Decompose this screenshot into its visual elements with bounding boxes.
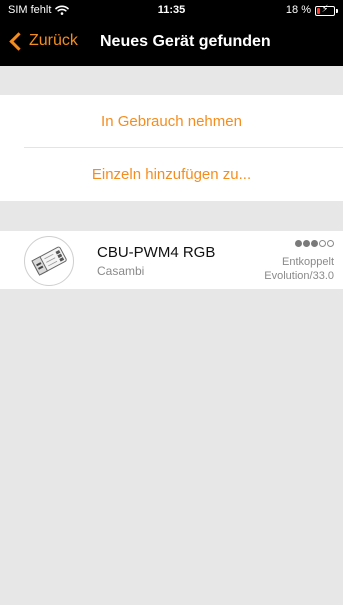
device-status: Entkoppelt: [282, 256, 334, 268]
add-individually-label: Einzeln hinzufügen zu...: [91, 166, 252, 183]
battery-icon: ⚡: [315, 3, 338, 16]
device-name: CBU-PWM4 RGB: [97, 244, 216, 261]
device-firmware: Evolution/33.0: [264, 270, 334, 282]
device-vendor: Casambi: [97, 264, 145, 278]
add-individually-button[interactable]: Einzeln hinzufügen zu...: [0, 148, 343, 201]
signal-dot-filled: [295, 240, 302, 247]
device-thumbnail: [24, 236, 74, 286]
status-bar: SIM fehlt 11:35 18 % ⚡: [0, 0, 343, 20]
charging-bolt-icon: ⚡: [321, 3, 329, 15]
signal-dot-filled: [311, 240, 318, 247]
battery-cap: [336, 8, 338, 13]
battery-percent: 18 %: [285, 4, 311, 16]
put-into-use-button[interactable]: In Gebrauch nehmen: [0, 95, 343, 148]
navigation-bar: Zurück Neues Gerät gefunden: [0, 20, 343, 66]
status-right: 18 % ⚡: [285, 3, 338, 16]
signal-dot-filled: [303, 240, 310, 247]
device-list-item[interactable]: CBU-PWM4 RGB Casambi Entkoppelt Evolutio…: [0, 231, 343, 289]
signal-strength-indicator: [295, 240, 334, 247]
signal-dot-empty: [327, 240, 334, 247]
page-title: Neues Gerät gefunden: [100, 33, 271, 50]
signal-dot-empty: [319, 240, 326, 247]
led-controller-icon: [31, 246, 67, 276]
back-button-label: Zurück: [29, 32, 78, 49]
chevron-left-icon: [9, 31, 28, 51]
back-button[interactable]: Zurück: [6, 31, 78, 51]
put-into-use-label: In Gebrauch nehmen: [101, 113, 242, 130]
action-list: In Gebrauch nehmen Einzeln hinzufügen zu…: [0, 95, 343, 201]
app-screen: SIM fehlt 11:35 18 % ⚡ Zurück Neues Gerä…: [0, 0, 343, 605]
